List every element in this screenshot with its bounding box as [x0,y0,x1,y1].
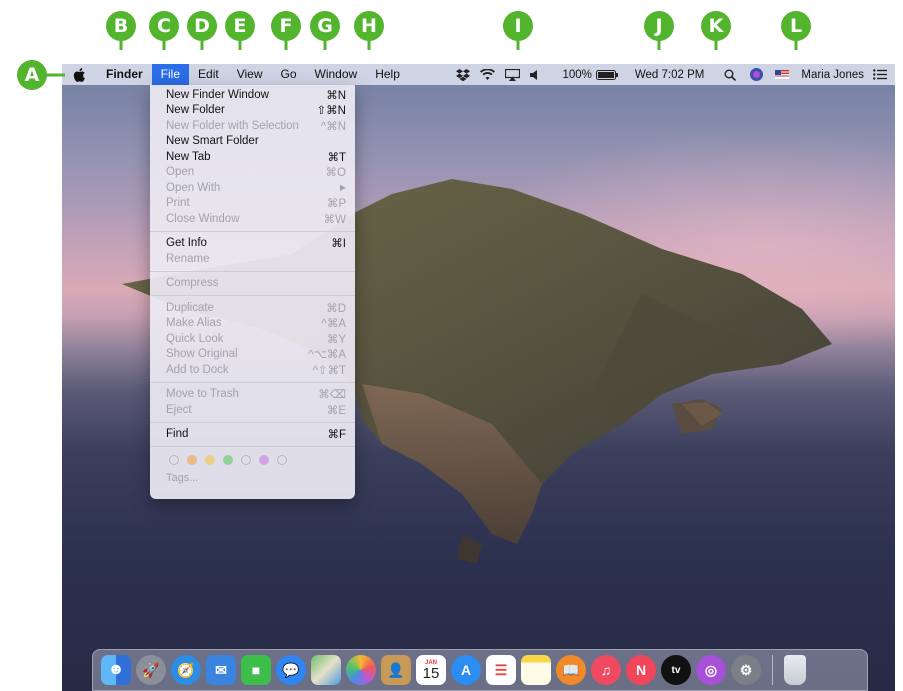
tag-color-dot [277,455,287,465]
music-icon[interactable]: ♫ [591,655,621,685]
system-preferences-icon[interactable]: ⚙ [731,655,761,685]
menu-bar: Finder File Edit View Go Window Help 100… [62,64,895,85]
callout-e: E [225,11,255,41]
menu-separator [150,446,355,447]
photos-icon[interactable] [346,655,376,685]
menu-help[interactable]: Help [366,64,409,85]
menu-item-show-original: Show Original ^⌥⌘A [166,348,346,362]
menu-item-open-with: Open With ▶ [166,181,346,194]
menu-item-move-to-trash: Move to Trash ⌘⌫ [166,388,346,402]
tag-color-dot [259,455,269,465]
contacts-icon[interactable]: 👤 [381,655,411,685]
menu-separator [150,230,355,232]
menu-item-quick-look: Quick Look ⌘Y [166,332,346,346]
menu-go[interactable]: Go [272,64,306,85]
mail-icon[interactable]: ✉ [206,655,236,685]
news-icon[interactable]: N [626,655,656,685]
status-menus: 100% Wed 7:02 PM Maria Jones [446,64,895,85]
launchpad-icon[interactable]: 🚀 [136,655,166,685]
menu-item-close-window: Close Window ⌘W [166,212,346,226]
menu-item-rename: Rename [166,252,210,265]
tag-color-dot [205,455,215,465]
tag-color-dot [187,455,197,465]
battery-icon[interactable] [595,69,618,80]
clock[interactable]: Wed 7:02 PM [635,69,704,81]
airplay-icon[interactable] [505,68,521,81]
menu-item-print: Print ⌘P [166,197,346,211]
file-menu-dropdown: New Finder Window ⌘N New Folder ⇧⌘N New Fo… [150,85,355,499]
callout-i: I [503,11,533,41]
volume-icon[interactable] [530,69,540,80]
menu-item-add-to-dock: Add to Dock ^⇧⌘T [166,363,346,377]
calendar-day: 15 [422,664,440,682]
calendar-icon[interactable]: JAN 15 [416,655,446,685]
user-name[interactable]: Maria Jones [801,69,864,81]
menu-separator [150,295,355,296]
submenu-arrow-icon: ▶ [339,183,346,193]
menu-item-new-folder[interactable]: New Folder ⇧⌘N [150,103,355,119]
messages-icon[interactable]: 💬 [276,655,306,685]
callout-a: A [17,60,47,90]
siri-icon[interactable] [750,68,764,81]
app-store-icon[interactable]: A [451,655,481,685]
input-source-flag-icon[interactable] [775,70,790,79]
wifi-icon[interactable] [480,69,496,80]
callout-h: H [354,11,384,41]
battery-percent[interactable]: 100% [562,69,591,81]
callout-d: D [187,11,217,41]
notes-icon[interactable] [521,655,551,685]
tv-icon[interactable]: tv [661,655,691,685]
menu-item-new-tab[interactable]: New Tab ⌘T [150,149,355,165]
callout-c: C [149,11,179,41]
menu-item-tags: Tags... [166,472,199,484]
callout-f: F [271,11,301,41]
dock: ☻ 🚀 🧭 ✉ ■ 💬 👤 JAN 15 A ☰ 📖 ♫ N tv ◎ ⚙ [92,649,868,691]
menu-item-new-finder-window[interactable]: New Finder Window ⌘N [150,87,355,103]
menu-item-make-alias: Make Alias ^⌘A [166,317,346,331]
callout-l: L [781,11,811,41]
trash-icon[interactable] [784,655,806,685]
callout-g: G [310,11,340,41]
tag-color-dot [223,455,233,465]
spotlight-search-icon[interactable] [724,69,737,81]
notification-center-icon[interactable] [873,69,887,80]
menu-view[interactable]: View [228,64,272,85]
tag-color-dot [169,455,179,465]
menu-item-new-folder-with-selection: New Folder with Selection ^⌘N [166,119,346,133]
tag-color-row [150,451,355,468]
menu-separator [150,270,355,272]
menu-separator [150,421,355,423]
tag-color-dot [241,455,251,465]
books-icon[interactable]: 📖 [556,655,586,685]
podcasts-icon[interactable]: ◎ [696,655,726,685]
apple-menu-icon[interactable] [73,67,87,83]
dock-separator [772,655,773,685]
finder-icon[interactable]: ☻ [101,655,131,685]
menu-item-new-smart-folder[interactable]: New Smart Folder [150,134,355,150]
menu-item-get-info[interactable]: Get Info ⌘I [150,236,355,252]
callout-b: B [106,11,136,41]
menu-item-duplicate: Duplicate ⌘D [166,301,346,315]
dropbox-icon[interactable] [456,68,471,81]
menu-item-eject: Eject ⌘E [166,403,346,417]
menu-separator [150,381,355,383]
safari-icon[interactable]: 🧭 [171,655,201,685]
callout-j: J [644,11,674,41]
menu-file[interactable]: File [151,64,190,85]
reminders-icon[interactable]: ☰ [486,655,516,685]
menu-item-compress: Compress [166,277,219,290]
callout-k: K [701,11,731,41]
facetime-icon[interactable]: ■ [241,655,271,685]
menu-finder[interactable]: Finder [97,64,152,85]
maps-icon[interactable] [311,655,341,685]
menu-item-open: Open ⌘O [166,166,346,180]
menu-edit[interactable]: Edit [189,64,228,85]
menu-window[interactable]: Window [306,64,367,85]
menu-item-find[interactable]: Find ⌘F [150,427,355,443]
